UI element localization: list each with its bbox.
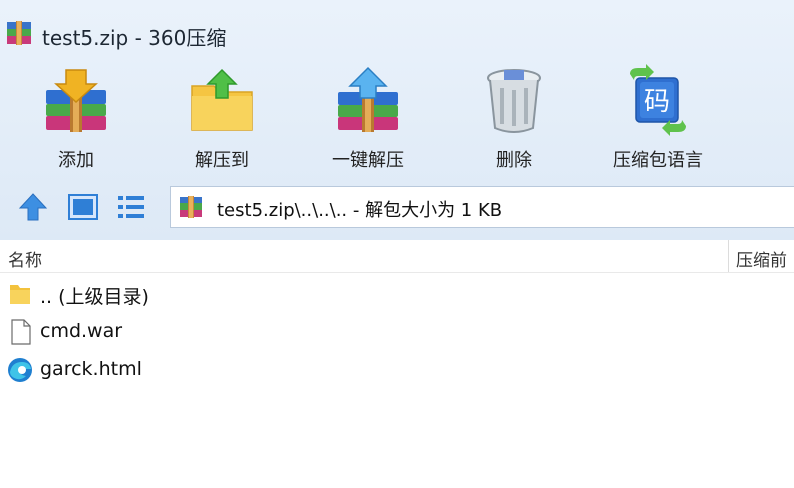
window-title: test5.zip - 360压缩 (42, 26, 227, 50)
archive-language-label: 压缩包语言 (613, 150, 703, 171)
list-item[interactable]: cmd.war (0, 312, 794, 350)
extract-to-label: 解压到 (195, 150, 249, 171)
up-arrow-icon[interactable] (16, 190, 50, 224)
file-icon (11, 319, 31, 345)
winrar-archive-icon (180, 196, 202, 218)
list-item[interactable]: .. (上级目录) (0, 274, 794, 312)
extract-to-folder-icon (191, 68, 253, 131)
address-bar[interactable]: test5.zip\..\..\.. - 解包大小为 1 KB (170, 186, 794, 228)
add-label: 添加 (58, 150, 94, 171)
address-path: test5.zip\..\..\.. - 解包大小为 1 KB (217, 200, 503, 221)
view-large-icon[interactable] (66, 190, 100, 224)
toolbar: 添加 解压到 一键解压 删除 码 压缩包语言 (0, 62, 794, 174)
list-item-name: garck.html (40, 358, 142, 380)
archive-language-icon: 码 (630, 64, 686, 136)
parent-folder-icon (10, 285, 30, 304)
list-item-name: cmd.war (40, 320, 123, 342)
file-list-header: 名称 压缩前 (0, 240, 794, 273)
delete-button[interactable]: 删除 (454, 62, 574, 174)
delete-label: 删除 (496, 150, 532, 171)
view-list-icon[interactable] (114, 190, 148, 224)
column-divider[interactable] (728, 240, 729, 272)
trash-bin-icon (487, 69, 541, 133)
add-button[interactable]: 添加 (16, 62, 136, 174)
app-window: test5.zip - 360压缩 添加 解压到 一键解压 删除 码 压缩包语言… (0, 0, 794, 488)
one-click-extract-icon (338, 66, 398, 132)
column-header-compressed-before[interactable]: 压缩前 (736, 246, 787, 271)
file-list: .. (上级目录) cmd.war garck.html (0, 274, 794, 388)
archive-language-button[interactable]: 码 压缩包语言 (598, 62, 718, 174)
edge-html-icon (8, 358, 32, 382)
svg-text:码: 码 (644, 87, 670, 117)
one-click-extract-button[interactable]: 一键解压 (308, 62, 428, 174)
list-item-name: .. (上级目录) (40, 286, 149, 308)
title-bar: test5.zip - 360压缩 (0, 12, 794, 52)
one-click-extract-label: 一键解压 (332, 150, 404, 171)
add-archive-icon (46, 69, 106, 132)
extract-to-button[interactable]: 解压到 (162, 62, 282, 174)
list-item[interactable]: garck.html (0, 350, 794, 388)
winrar-archive-icon (7, 21, 31, 45)
column-header-name[interactable]: 名称 (8, 246, 42, 271)
navigation-bar: test5.zip\..\..\.. - 解包大小为 1 KB (0, 186, 794, 230)
